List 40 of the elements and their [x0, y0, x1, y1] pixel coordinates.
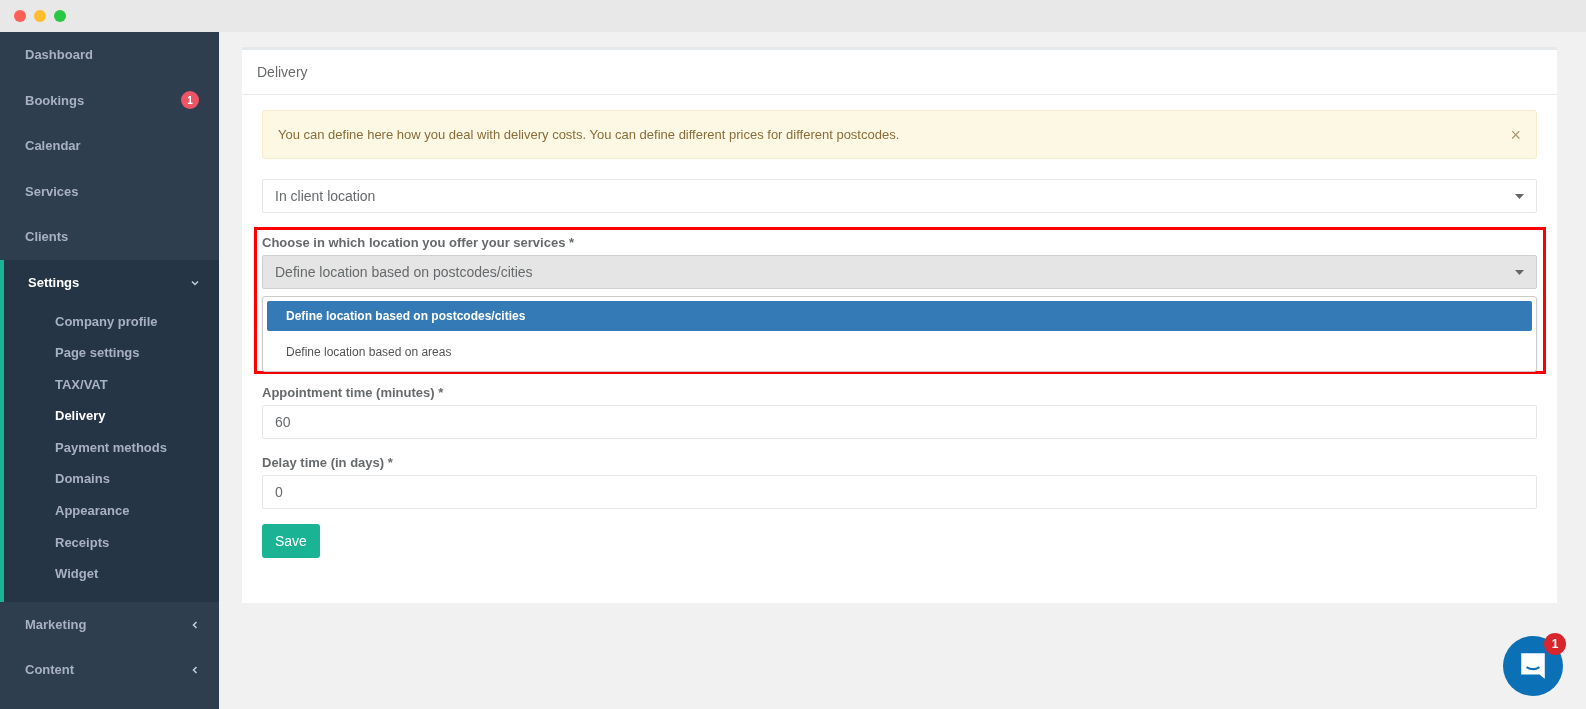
close-window-icon[interactable] [14, 10, 26, 22]
notification-badge: 1 [1544, 633, 1566, 655]
chat-bubble-icon [1518, 650, 1548, 682]
dropdown-option[interactable]: Define location based on postcodes/cities [267, 301, 1532, 331]
sidebar-item[interactable]: Calendar [0, 123, 219, 169]
card-title: Delivery [242, 50, 1557, 95]
submenu-item[interactable]: Payment methods [4, 431, 219, 464]
chevron-down-icon [191, 278, 199, 287]
sidebar-item[interactable]: Dashboard [0, 32, 219, 78]
field-label: Choose in which location you offer your services * [262, 234, 576, 252]
sidebar-item[interactable]: Services [0, 168, 219, 214]
minimize-window-icon[interactable] [34, 10, 46, 22]
sidebar-item[interactable]: Content [0, 647, 219, 693]
field-label: Delay time (in days) * [262, 454, 394, 472]
submenu-item[interactable]: Widget [4, 558, 219, 590]
input-field[interactable]: 0 [262, 475, 1537, 509]
notification-badge: 1 [181, 91, 199, 110]
dropdown-option[interactable]: Define location based on areas [267, 337, 1532, 367]
sidebar-item[interactable]: Clients [0, 214, 219, 260]
submenu-item[interactable]: Delivery [4, 400, 219, 432]
submenu-item[interactable]: Company profile [4, 305, 219, 338]
submenu-item[interactable]: Receipts [4, 526, 219, 559]
sidebar-item[interactable]: Bookings 1 [0, 77, 219, 123]
alert-text: You can define here how you deal with delivery costs. You can define different prices for different postcodes. [278, 125, 900, 144]
submenu-item[interactable]: Domains [4, 463, 219, 496]
field-label: Appointment time (minutes) * [262, 384, 445, 402]
submenu-item[interactable]: Page settings [4, 337, 219, 369]
sidebar-item[interactable]: Marketing [0, 601, 219, 648]
input-field[interactable]: 60 [262, 405, 1537, 439]
submenu-item[interactable]: Appearance [4, 495, 219, 527]
chevron-left-icon [191, 666, 199, 675]
select-field[interactable]: Define location based on postcodes/cities [262, 255, 1537, 289]
chevron-left-icon [191, 620, 199, 629]
dropdown-caret-icon [1515, 269, 1524, 275]
sidebar-item[interactable]: Settings [4, 259, 219, 306]
chat-button[interactable]: 1 [1503, 636, 1563, 696]
select-field[interactable]: In client location [262, 179, 1537, 213]
dropdown-caret-icon [1515, 193, 1524, 199]
submenu-item[interactable]: TAX/VAT [4, 368, 219, 401]
maximize-window-icon[interactable] [54, 10, 66, 22]
